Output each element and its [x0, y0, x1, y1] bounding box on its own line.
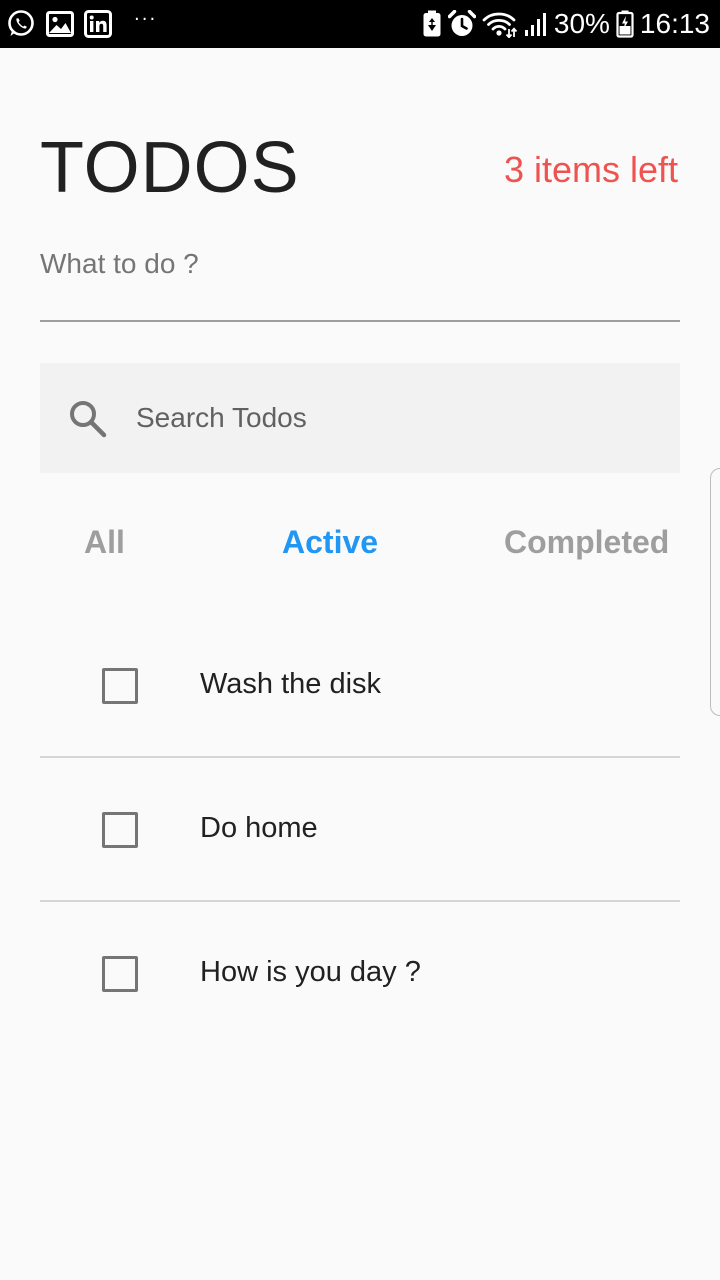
- todo-text: Do home: [200, 812, 318, 844]
- signal-icon: [524, 11, 548, 37]
- todo-text: Wash the disk: [200, 668, 382, 700]
- todo-checkbox[interactable]: [102, 668, 138, 704]
- todo-checkbox[interactable]: [102, 956, 138, 992]
- todo-item[interactable]: Wash the disk: [40, 614, 680, 758]
- status-bar-system: 30% 16:13: [422, 6, 710, 42]
- status-bar-notifications: ···: [6, 8, 157, 40]
- edge-panel-handle[interactable]: [710, 468, 720, 716]
- status-bar: ··· 30% 16:13: [0, 0, 720, 48]
- search-bar[interactable]: [40, 363, 680, 473]
- todo-text: How is you day ?: [200, 956, 421, 988]
- alarm-icon: [447, 10, 476, 38]
- tab-active[interactable]: Active: [282, 520, 378, 564]
- battery-icon: [616, 10, 634, 38]
- items-left-counter: 3 items left: [503, 149, 678, 190]
- search-icon: [68, 399, 108, 439]
- more-dots-icon: ···: [134, 9, 158, 30]
- linkedin-icon: [84, 10, 112, 38]
- page-title: TODOS: [40, 128, 300, 208]
- todo-checkbox[interactable]: [102, 812, 138, 848]
- tab-completed[interactable]: Completed: [504, 520, 669, 564]
- todo-list: Wash the disk Do home How is you day ?: [40, 614, 680, 1046]
- wifi-icon: [482, 10, 518, 38]
- battery-percent: 30%: [553, 8, 610, 39]
- todo-item[interactable]: How is you day ?: [40, 902, 680, 1046]
- todo-item[interactable]: Do home: [40, 758, 680, 902]
- whatsapp-icon: [6, 9, 36, 39]
- search-input[interactable]: [136, 391, 656, 445]
- gallery-icon: [46, 11, 74, 37]
- battery-saver-icon: [422, 10, 442, 38]
- new-todo-input[interactable]: [40, 238, 680, 322]
- clock: 16:13: [639, 8, 710, 39]
- tab-all[interactable]: All: [84, 520, 125, 564]
